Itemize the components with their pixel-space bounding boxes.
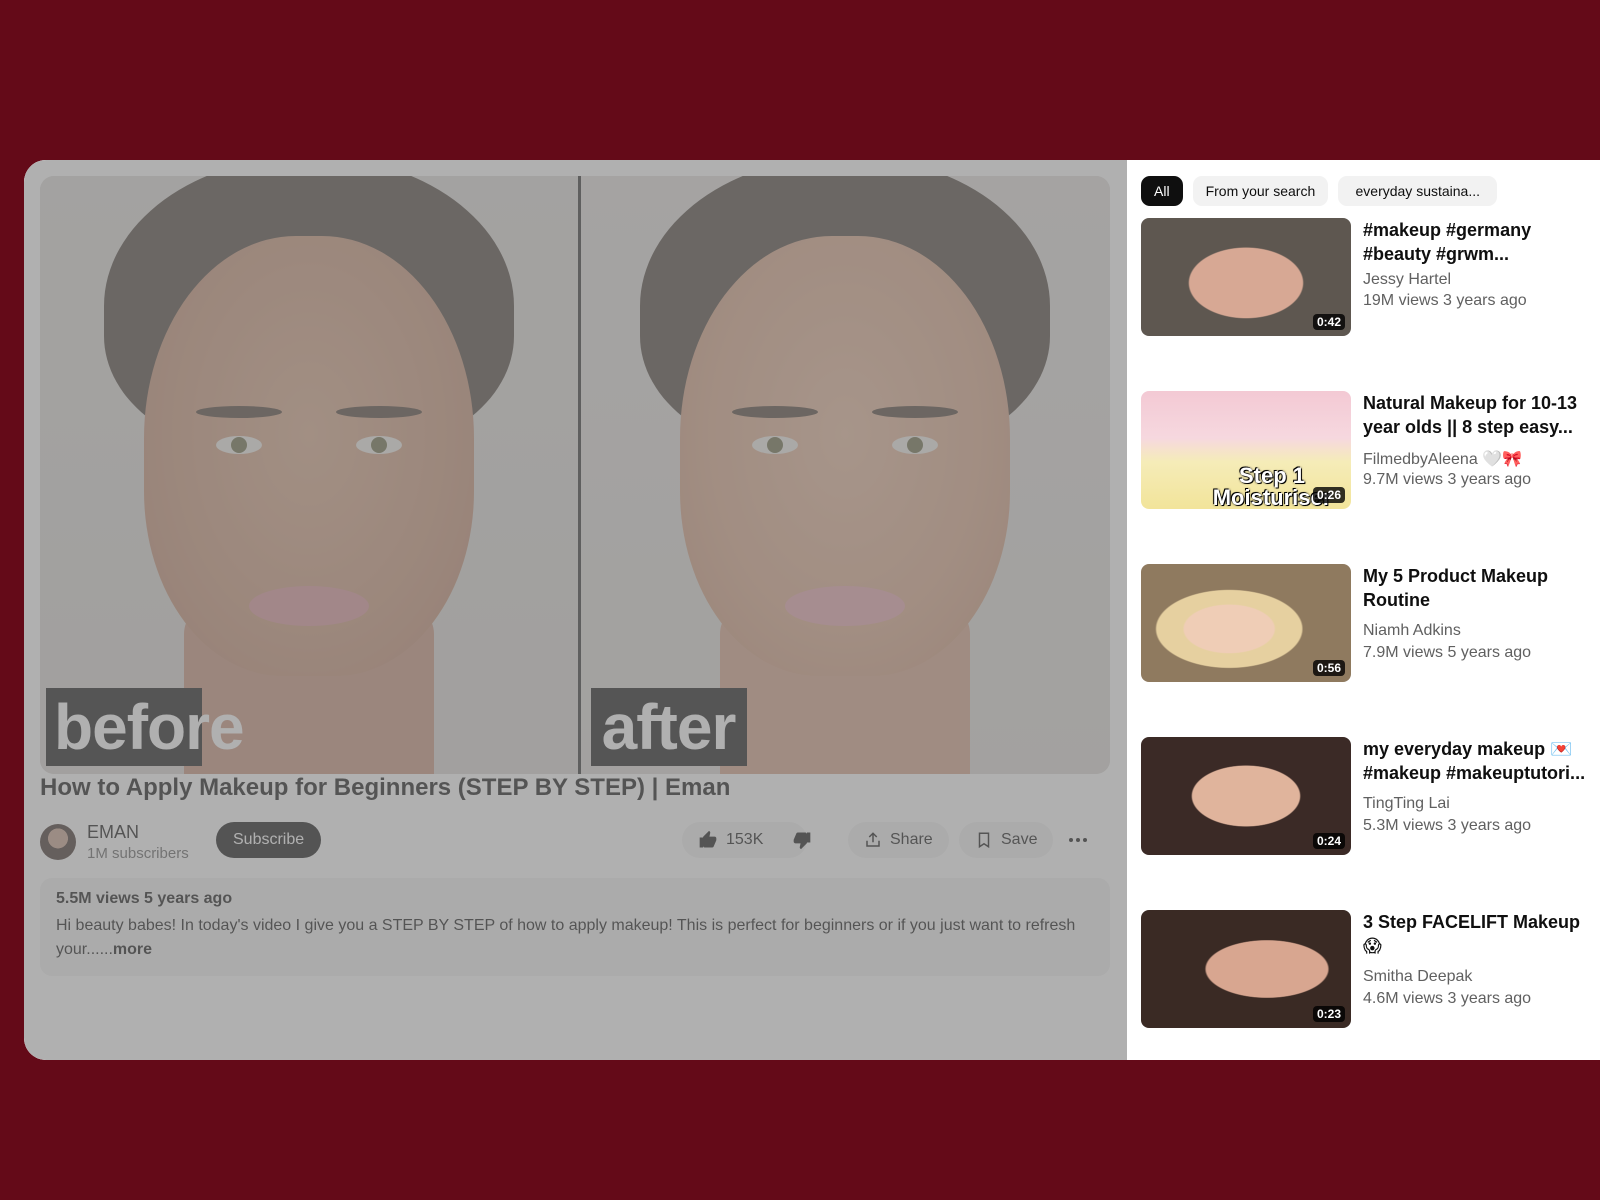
recommendation-title[interactable]: My 5 Product Makeup Routine bbox=[1363, 564, 1595, 612]
after-frame: after bbox=[580, 176, 1110, 774]
video-title: How to Apply Makeup for Beginners (STEP … bbox=[40, 774, 731, 801]
recommendation-title[interactable]: Natural Makeup for 10-13 year olds || 8 … bbox=[1363, 391, 1595, 439]
like-button[interactable]: 153K bbox=[682, 822, 779, 858]
owner-row: EMAN 1M subscribers Subscribe 153K Share bbox=[40, 822, 1110, 862]
brow-shape bbox=[335, 406, 422, 418]
brow-shape bbox=[872, 406, 959, 418]
recommendation-channel[interactable]: TingTing Lai bbox=[1363, 795, 1450, 813]
like-dislike-group: 153K bbox=[682, 822, 811, 858]
recommendation-item[interactable]: 0:56 My 5 Product Makeup Routine Niamh A… bbox=[1141, 564, 1597, 684]
chip-everyday-sustainable[interactable]: everyday sustaina... bbox=[1338, 176, 1498, 206]
more-actions-button[interactable] bbox=[1060, 822, 1096, 858]
description-text: Hi beauty babes! In today's video I give… bbox=[56, 914, 1094, 962]
video-thumbnail[interactable]: Step 1 Moisturiser 0:26 bbox=[1141, 391, 1351, 509]
save-label: Save bbox=[1001, 831, 1038, 848]
after-label: after bbox=[590, 688, 747, 766]
recommendation-meta: 7.9M views 5 years ago bbox=[1363, 644, 1532, 661]
recommendation-meta: 9.7M views 3 years ago bbox=[1363, 471, 1532, 488]
eye-shape bbox=[355, 436, 402, 454]
recommendations-sidebar: All From your search everyday sustaina..… bbox=[1128, 160, 1600, 1060]
recommendation-item[interactable]: 0:23 3 Step FACELIFT Makeup 😱 Smitha Dee… bbox=[1141, 910, 1597, 1030]
recommendation-item[interactable]: Step 1 Moisturiser 0:26 Natural Makeup f… bbox=[1141, 391, 1597, 511]
duration-badge: 0:56 bbox=[1312, 660, 1345, 676]
subscribe-button[interactable]: Subscribe bbox=[216, 822, 322, 858]
recommendation-meta: 19M views 3 years ago bbox=[1363, 292, 1527, 309]
share-icon bbox=[866, 832, 880, 847]
eye-shape bbox=[215, 436, 262, 454]
dislike-icon bbox=[794, 832, 811, 850]
recommendation-channel[interactable]: Niamh Adkins bbox=[1363, 622, 1461, 640]
more-icon bbox=[1069, 838, 1087, 842]
before-frame: before bbox=[40, 176, 578, 774]
save-button[interactable]: Save bbox=[959, 822, 1054, 858]
video-player[interactable]: before after bbox=[40, 176, 1110, 774]
recommendation-title[interactable]: my everyday makeup 💌 #makeup #makeuptuto… bbox=[1363, 737, 1595, 785]
recommendation-item[interactable]: 0:42 #makeup #germany #beauty #grwm... J… bbox=[1141, 218, 1597, 338]
lips-shape bbox=[785, 586, 906, 626]
recommendation-channel[interactable]: Smitha Deepak bbox=[1363, 968, 1472, 986]
like-count: 153K bbox=[726, 831, 764, 848]
recommendation-channel[interactable]: Jessy Hartel bbox=[1363, 271, 1451, 289]
chip-all[interactable]: All bbox=[1141, 176, 1183, 206]
channel-name[interactable]: EMAN bbox=[87, 822, 139, 843]
share-label: Share bbox=[890, 831, 933, 848]
recommendation-title[interactable]: 3 Step FACELIFT Makeup 😱 bbox=[1363, 910, 1595, 958]
description-more-link[interactable]: more bbox=[113, 941, 152, 958]
description-box[interactable]: 5.5M views 5 years ago Hi beauty babes! … bbox=[40, 878, 1110, 976]
face-shape bbox=[680, 236, 1011, 676]
save-icon bbox=[978, 832, 990, 849]
video-thumbnail[interactable]: 0:42 bbox=[1141, 218, 1351, 336]
lips-shape bbox=[248, 586, 369, 626]
brow-shape bbox=[195, 406, 282, 418]
subscriber-count: 1M subscribers bbox=[87, 845, 189, 862]
filter-chips: All From your search everyday sustaina..… bbox=[1141, 176, 1498, 206]
like-icon bbox=[699, 830, 717, 848]
duration-badge: 0:23 bbox=[1312, 1006, 1345, 1022]
recommendation-meta: 5.3M views 3 years ago bbox=[1363, 817, 1532, 834]
dislike-button[interactable] bbox=[779, 822, 826, 858]
main-column: before after How to Apply Makeup for Beg… bbox=[24, 160, 1127, 1060]
recommendation-meta: 4.6M views 3 years ago bbox=[1363, 990, 1532, 1007]
video-thumbnail[interactable]: 0:24 bbox=[1141, 737, 1351, 855]
chip-from-your-search[interactable]: From your search bbox=[1192, 176, 1329, 206]
recommendation-item[interactable]: 0:24 my everyday makeup 💌 #makeup #makeu… bbox=[1141, 737, 1597, 857]
eye-shape bbox=[892, 436, 939, 454]
youtube-watch-card: before after How to Apply Makeup for Beg… bbox=[24, 160, 1600, 1060]
video-thumbnail[interactable]: 0:56 bbox=[1141, 564, 1351, 682]
face-shape bbox=[143, 236, 474, 676]
recommendation-channel[interactable]: FilmedbyAleena 🤍🎀 bbox=[1363, 449, 1522, 469]
before-label: before bbox=[46, 688, 245, 766]
description-body: Hi beauty babes! In today's video I give… bbox=[56, 917, 1076, 958]
channel-avatar[interactable] bbox=[40, 824, 76, 860]
brow-shape bbox=[732, 406, 819, 418]
eye-shape bbox=[752, 436, 799, 454]
view-count-date: 5.5M views 5 years ago bbox=[56, 890, 233, 907]
duration-badge: 0:26 bbox=[1312, 487, 1345, 503]
video-thumbnail[interactable]: 0:23 bbox=[1141, 910, 1351, 1028]
duration-badge: 0:42 bbox=[1312, 314, 1345, 330]
recommendation-title[interactable]: #makeup #germany #beauty #grwm... bbox=[1363, 218, 1595, 266]
share-button[interactable]: Share bbox=[848, 822, 949, 858]
duration-badge: 0:24 bbox=[1312, 833, 1345, 849]
